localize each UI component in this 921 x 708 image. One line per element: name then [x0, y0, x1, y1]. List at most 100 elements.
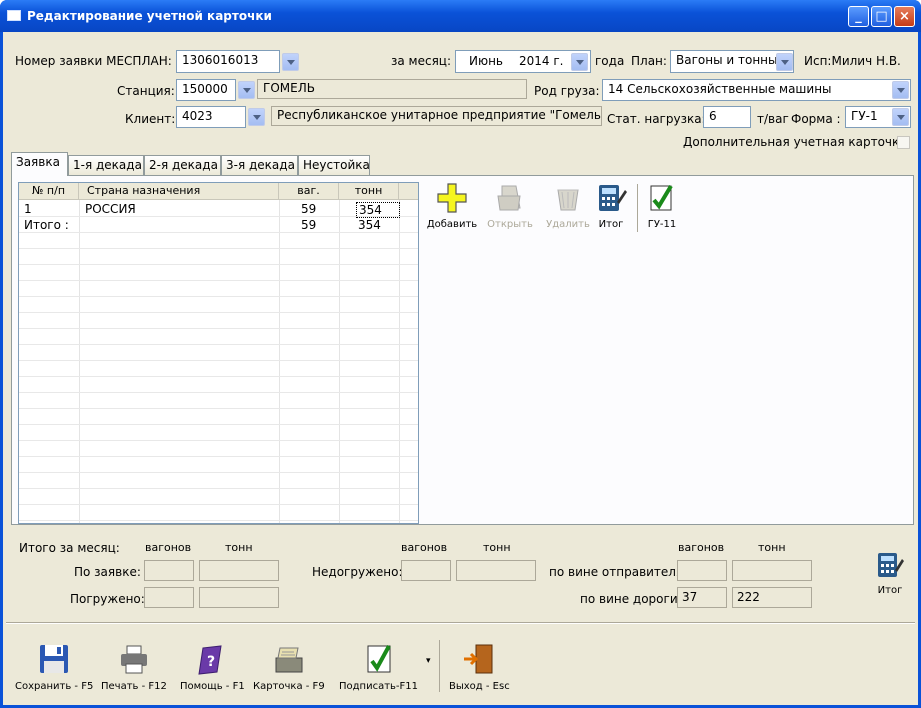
- underloaded-wagons: [401, 560, 451, 581]
- column-header[interactable]: Страна назначения: [79, 183, 279, 200]
- tons-header: тонн: [483, 541, 511, 554]
- country-cell: РОССИЯ: [85, 202, 136, 216]
- title-bar[interactable]: Редактирование учетной карточки _ □ ×: [0, 0, 921, 32]
- help-book-icon: ?: [198, 645, 222, 675]
- road-fault-label: по вине дороги: [580, 592, 678, 606]
- grid-line: [19, 248, 418, 249]
- form-type-dropdown-button[interactable]: [892, 108, 909, 126]
- cargo-dropdown-button[interactable]: [892, 81, 909, 99]
- sign-button[interactable]: Подписать-F11: [339, 642, 418, 692]
- sender-fault-tons: [732, 560, 812, 581]
- open-button[interactable]: Открыть: [480, 182, 540, 230]
- mesplan-label: Номер заявки МЕСПЛАН:: [15, 54, 172, 68]
- grid-line: [19, 264, 418, 265]
- grid-line: [19, 328, 418, 329]
- client-label: Клиент:: [125, 112, 176, 126]
- extra-card-label: Дополнительная учетная карточка: [683, 135, 907, 149]
- grid-line: [19, 440, 418, 441]
- gu11-button[interactable]: ГУ-11: [637, 182, 687, 230]
- floppy-disk-icon: [40, 645, 69, 673]
- road-fault-tons: 222: [732, 587, 812, 608]
- load-field[interactable]: 6: [703, 106, 751, 128]
- window: Редактирование учетной карточки _ □ × Но…: [0, 0, 921, 708]
- mesplan-number-field[interactable]: 1306016013: [176, 50, 280, 73]
- signed-document-icon: [367, 645, 391, 673]
- cargo-label: Род груза:: [534, 84, 600, 98]
- sender-fault-wagons: [677, 560, 727, 581]
- wagons-header: вагонов: [145, 541, 192, 554]
- svg-text:?: ?: [207, 654, 215, 670]
- tons-header: тонн: [758, 541, 786, 554]
- grid-line: [19, 520, 418, 521]
- calculator-icon: [599, 185, 627, 211]
- form-type-label: Форма :: [791, 112, 841, 126]
- by-request-wagons: [144, 560, 194, 581]
- plus-icon: [437, 183, 467, 213]
- station-code-field[interactable]: 150000: [176, 79, 236, 101]
- help-button[interactable]: ? Помощь - F1: [180, 642, 245, 692]
- road-fault-wagons: 37: [677, 587, 727, 608]
- wagons-cell: 59: [301, 218, 317, 232]
- total-button[interactable]: Итог: [583, 182, 639, 230]
- exit-button[interactable]: Выход - Esc: [449, 642, 510, 692]
- total-label-cell: Итого :: [24, 218, 69, 232]
- by-request-tons: [199, 560, 279, 581]
- tons-cell[interactable]: 354: [356, 202, 400, 218]
- grid-line: [19, 408, 418, 409]
- grid-line: [19, 472, 418, 473]
- station-label: Станция:: [117, 84, 175, 98]
- signed-document-icon: [650, 184, 673, 211]
- tab-decade-3[interactable]: 3-я декада: [221, 155, 298, 175]
- client-name-field: Республиканское унитарное предприятие "Г…: [271, 106, 602, 126]
- column-header[interactable]: тонн: [339, 183, 399, 200]
- plan-dropdown-button[interactable]: [776, 53, 793, 71]
- month-label: за месяц:: [391, 54, 452, 68]
- grid-line: [19, 456, 418, 457]
- maximize-button[interactable]: □: [871, 6, 892, 27]
- underloaded-label: Недогружено:: [312, 565, 403, 579]
- exit-door-icon: [464, 644, 493, 674]
- tab-request[interactable]: Заявка: [11, 152, 68, 176]
- footer-separator: [6, 622, 915, 624]
- extra-card-checkbox[interactable]: [897, 136, 910, 149]
- grid-line: [19, 280, 418, 281]
- wagons-header: вагонов: [678, 541, 725, 554]
- grid-line: [19, 312, 418, 313]
- summary-total-button[interactable]: Итог: [875, 550, 905, 596]
- month-dropdown-button[interactable]: [571, 53, 588, 71]
- grid-line: [19, 424, 418, 425]
- column-header[interactable]: № п/п: [19, 183, 79, 200]
- grid-line: [19, 344, 418, 345]
- grid-line: [19, 392, 418, 393]
- mesplan-dropdown-button[interactable]: [282, 53, 299, 71]
- tab-panel: № п/п Страна назначения ваг. тонн 1 РОСС…: [11, 175, 914, 525]
- cargo-select[interactable]: 14 Сельскохозяйственные машины: [602, 79, 911, 101]
- open-document-icon: [497, 185, 521, 211]
- column-header[interactable]: ваг.: [279, 183, 339, 200]
- sender-fault-label: по вине отправителя: [549, 565, 684, 579]
- sign-dropdown-arrow[interactable]: ▾: [426, 656, 431, 666]
- station-dropdown-button[interactable]: [238, 81, 255, 99]
- add-button[interactable]: Добавить: [422, 182, 482, 230]
- card-file-icon: [275, 647, 303, 673]
- underloaded-tons: [456, 560, 536, 581]
- window-title: Редактирование учетной карточки: [27, 9, 272, 23]
- minimize-button[interactable]: _: [848, 6, 869, 27]
- card-button[interactable]: Карточка - F9: [253, 642, 325, 692]
- client-dropdown-button[interactable]: [248, 108, 265, 126]
- client-code-field[interactable]: 4023: [176, 106, 246, 128]
- save-button[interactable]: Сохранить - F5: [15, 642, 93, 692]
- loaded-tons: [199, 587, 279, 608]
- print-button[interactable]: Печать - F12: [101, 642, 167, 692]
- tons-header: тонн: [225, 541, 253, 554]
- tab-decade-1[interactable]: 1-я декада: [68, 155, 144, 175]
- wagons-cell: 59: [301, 202, 317, 216]
- wagons-header: вагонов: [401, 541, 448, 554]
- destination-grid[interactable]: № п/п Страна назначения ваг. тонн 1 РОСС…: [18, 182, 419, 524]
- tab-penalty[interactable]: Неустойка: [298, 155, 370, 175]
- tons-cell: 354: [358, 218, 381, 232]
- tab-decade-2[interactable]: 2-я декада: [144, 155, 221, 175]
- close-button[interactable]: ×: [894, 6, 915, 27]
- executor-label: Исп:Милич Н.В.: [804, 54, 901, 68]
- grid-line: [19, 376, 418, 377]
